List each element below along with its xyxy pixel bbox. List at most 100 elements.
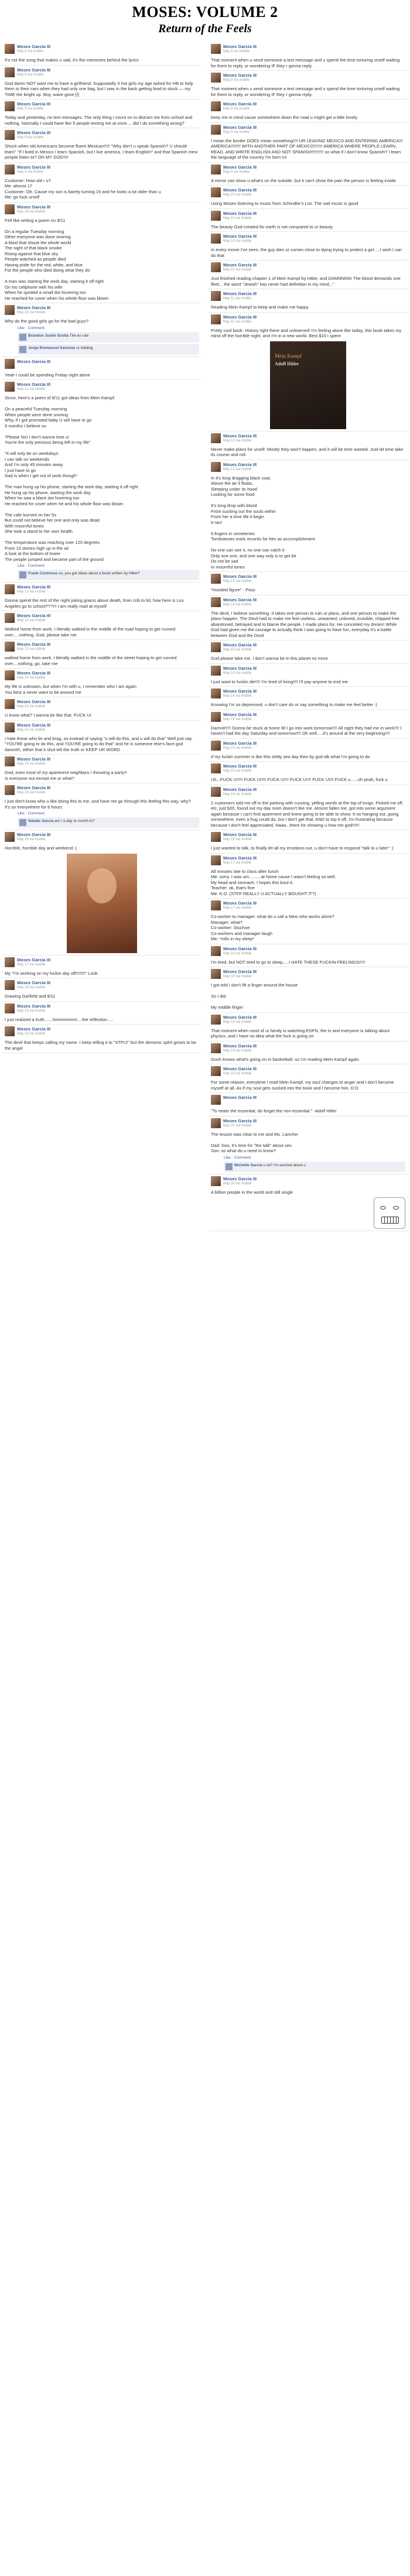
avatar[interactable] xyxy=(211,688,221,698)
avatar[interactable] xyxy=(211,786,221,797)
profile-name-link[interactable]: Moses Garcia III xyxy=(223,1095,257,1100)
avatar[interactable] xyxy=(211,164,221,174)
profile-name-link[interactable]: Moses Garcia III xyxy=(17,584,50,590)
profile-name-link[interactable]: Moses Garcia III xyxy=(223,855,257,861)
avatar[interactable] xyxy=(211,740,221,751)
profile-name-link[interactable]: Moses Garcia III xyxy=(223,787,257,792)
avatar[interactable] xyxy=(5,358,15,369)
book-cover-photo[interactable]: Mein Kampf Adolf Hitler xyxy=(270,341,346,429)
profile-name-link[interactable]: Moses Garcia III xyxy=(223,688,257,694)
avatar[interactable] xyxy=(211,1095,221,1105)
commenter-avatar[interactable] xyxy=(19,571,26,578)
commenter-name[interactable]: Brandon Justin Scotia xyxy=(28,334,69,338)
avatar[interactable] xyxy=(5,305,15,315)
avatar[interactable] xyxy=(211,855,221,865)
avatar[interactable] xyxy=(211,597,221,607)
profile-name-link[interactable]: Moses Garcia III xyxy=(17,980,50,985)
avatar[interactable] xyxy=(5,785,15,795)
avatar[interactable] xyxy=(5,613,15,623)
profile-name-link[interactable]: Moses Garcia III xyxy=(17,44,50,49)
profile-name-link[interactable]: Moses Garcia III xyxy=(17,785,50,790)
profile-name-link[interactable]: Moses Garcia III xyxy=(17,642,50,647)
avatar[interactable] xyxy=(211,101,221,111)
avatar[interactable] xyxy=(5,670,15,680)
avatar[interactable] xyxy=(5,382,15,392)
avatar[interactable] xyxy=(211,946,221,956)
avatar[interactable] xyxy=(211,234,221,244)
profile-name-link[interactable]: Moses Garcia III xyxy=(17,67,50,73)
profile-name-link[interactable]: Moses Garcia III xyxy=(17,756,50,762)
profile-name-link[interactable]: Moses Garcia III xyxy=(17,722,50,728)
avatar[interactable] xyxy=(211,711,221,722)
commenter-avatar[interactable] xyxy=(19,819,26,826)
profile-name-link[interactable]: Moses Garcia III xyxy=(223,44,257,49)
profile-name-link[interactable]: Moses Garcia III xyxy=(223,211,257,216)
profile-name-link[interactable]: Moses Garcia III xyxy=(223,763,257,769)
profile-name-link[interactable]: Moses Garcia III xyxy=(223,433,257,439)
profile-name-link[interactable]: Moses Garcia III xyxy=(17,101,50,107)
avatar[interactable] xyxy=(211,900,221,910)
selfie-photo[interactable] xyxy=(67,853,137,953)
commenter-avatar[interactable] xyxy=(19,333,26,341)
avatar[interactable] xyxy=(211,832,221,842)
profile-name-link[interactable]: Moses Garcia III xyxy=(223,187,257,193)
avatar[interactable] xyxy=(211,291,221,301)
profile-name-link[interactable]: Moses Garcia III xyxy=(223,314,257,320)
profile-name-link[interactable]: Moses Garcia III xyxy=(223,574,257,579)
profile-name-link[interactable]: Moses Garcia III xyxy=(223,165,257,170)
avatar[interactable] xyxy=(211,1014,221,1025)
profile-name-link[interactable]: Moses Garcia III xyxy=(223,462,257,467)
avatar[interactable] xyxy=(211,1043,221,1053)
like-comment-bar[interactable]: Like · Comment xyxy=(18,811,199,816)
avatar[interactable] xyxy=(5,130,15,140)
avatar[interactable] xyxy=(211,73,221,83)
avatar[interactable] xyxy=(211,1176,221,1186)
avatar[interactable] xyxy=(5,584,15,594)
avatar[interactable] xyxy=(211,665,221,676)
avatar[interactable] xyxy=(5,44,15,54)
profile-name-link[interactable]: Moses Garcia III xyxy=(223,946,257,951)
avatar[interactable] xyxy=(211,314,221,324)
avatar[interactable] xyxy=(5,101,15,111)
commenter-name[interactable]: Jorge Emmanuel Sanchez xyxy=(28,346,76,350)
avatar[interactable] xyxy=(211,433,221,443)
avatar[interactable] xyxy=(5,204,15,214)
profile-name-link[interactable]: Moses Garcia III xyxy=(223,712,257,717)
profile-name-link[interactable]: Moses Garcia III xyxy=(223,1015,257,1020)
profile-name-link[interactable]: Moses Garcia III xyxy=(17,305,50,310)
profile-name-link[interactable]: Moses Garcia III xyxy=(223,125,257,130)
profile-name-link[interactable]: Moses Garcia III xyxy=(223,900,257,906)
avatar[interactable] xyxy=(211,262,221,272)
profile-name-link[interactable]: Moses Garcia III xyxy=(17,670,50,676)
profile-name-link[interactable]: Moses Garcia III xyxy=(17,382,50,387)
avatar[interactable] xyxy=(5,980,15,990)
avatar[interactable] xyxy=(5,832,15,842)
avatar[interactable] xyxy=(211,187,221,197)
commenter-name[interactable]: Frank Contreras xyxy=(28,571,57,576)
like-comment-bar[interactable]: Like · Comment xyxy=(18,564,199,568)
commenter-name[interactable]: Natalie Garcia xyxy=(28,819,53,823)
profile-name-link[interactable]: Moses Garcia III xyxy=(17,359,50,364)
profile-name-link[interactable]: Moses Garcia III xyxy=(17,957,50,962)
profile-name-link[interactable]: Moses Garcia III xyxy=(223,1118,257,1123)
commenter-name[interactable]: Michelle Garcia xyxy=(234,1163,262,1167)
like-comment-bar[interactable]: Like · Comment xyxy=(18,326,199,330)
avatar[interactable] xyxy=(5,642,15,652)
profile-name-link[interactable]: Moses Garcia III xyxy=(17,832,50,837)
avatar[interactable] xyxy=(5,164,15,174)
profile-name-link[interactable]: Moses Garcia III xyxy=(223,101,257,107)
avatar[interactable] xyxy=(5,756,15,766)
profile-name-link[interactable]: Moses Garcia III xyxy=(223,666,257,671)
avatar[interactable] xyxy=(5,67,15,77)
avatar[interactable] xyxy=(211,763,221,773)
profile-name-link[interactable]: Moses Garcia III xyxy=(17,1003,50,1009)
commenter-avatar[interactable] xyxy=(226,1163,233,1170)
avatar[interactable] xyxy=(211,44,221,54)
avatar[interactable] xyxy=(211,969,221,979)
profile-name-link[interactable]: Moses Garcia III xyxy=(223,234,257,239)
profile-name-link[interactable]: Moses Garcia III xyxy=(223,597,257,602)
profile-name-link[interactable]: Moses Garcia III xyxy=(17,613,50,618)
avatar[interactable] xyxy=(211,1066,221,1076)
profile-name-link[interactable]: Moses Garcia III xyxy=(223,73,257,78)
avatar[interactable] xyxy=(5,957,15,967)
